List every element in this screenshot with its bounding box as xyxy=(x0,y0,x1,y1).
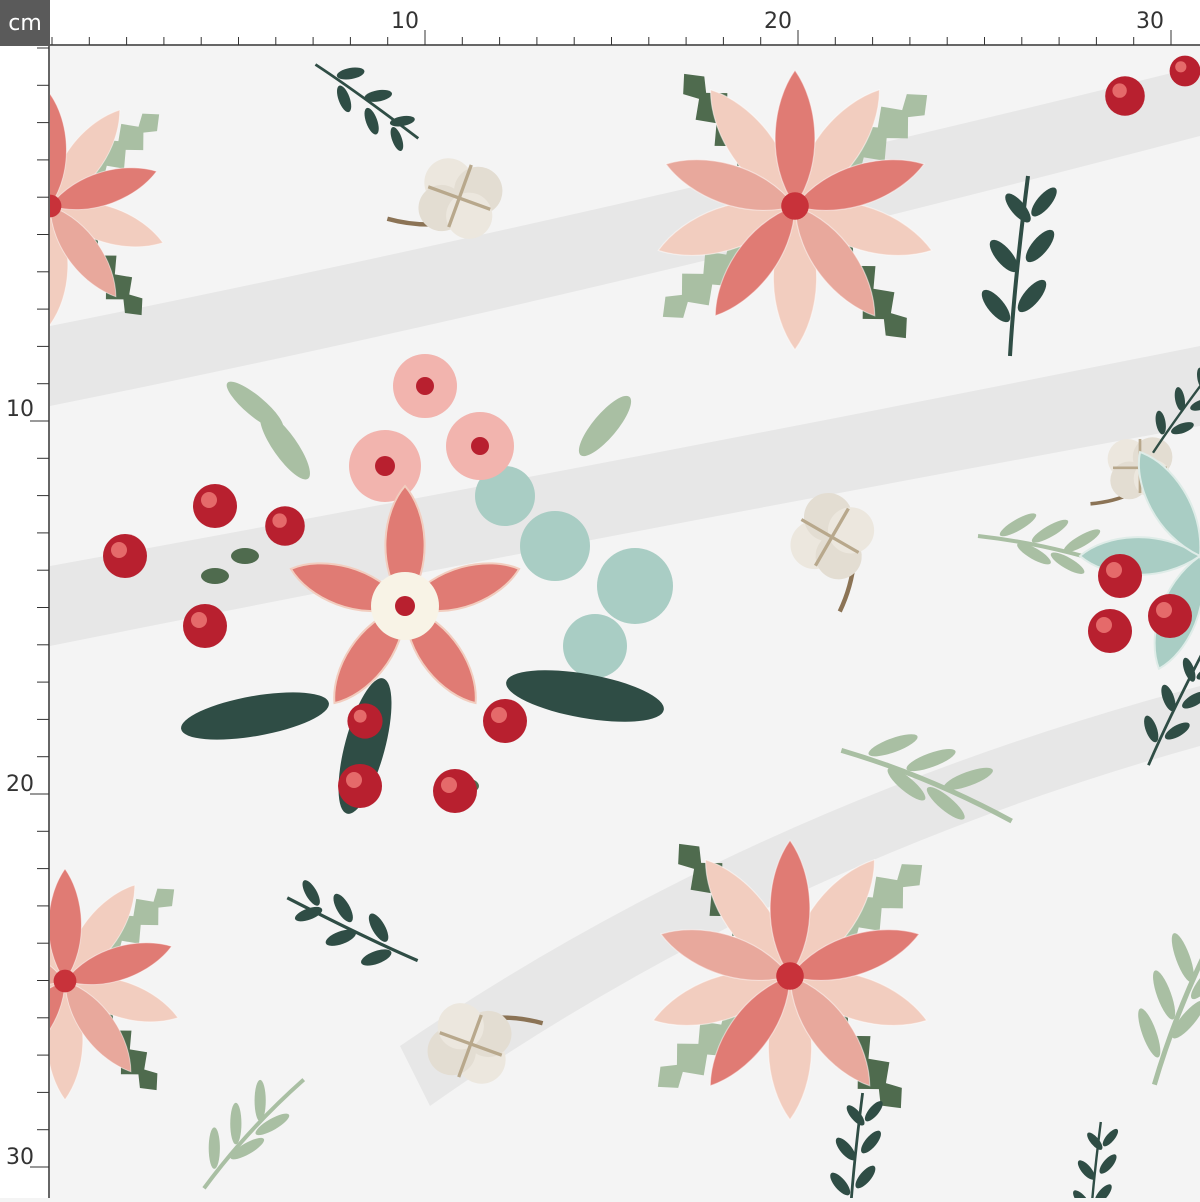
left-label-20: 20 xyxy=(6,772,34,797)
left-label-30: 30 xyxy=(6,1145,34,1170)
left-label-10: 10 xyxy=(6,397,34,422)
sprig-icon xyxy=(1069,1120,1122,1202)
left-ruler: 10 20 30 xyxy=(0,46,50,1198)
top-ruler-scale: 10 20 30 xyxy=(50,9,1200,46)
sprig-icon xyxy=(181,1050,312,1198)
floral-pattern xyxy=(50,43,1200,1202)
top-label-30: 30 xyxy=(1136,9,1164,34)
top-label-10: 10 xyxy=(391,9,419,34)
sprig-icon xyxy=(1122,902,1200,1094)
poinsettia-icon xyxy=(50,85,171,328)
cotton-boll-icon xyxy=(769,484,890,611)
sprig-icon xyxy=(975,174,1063,358)
sprig-icon xyxy=(271,871,434,988)
unit-label: cm xyxy=(0,0,50,46)
left-ruler-ticks xyxy=(30,47,49,1168)
poinsettia-icon xyxy=(643,829,937,1123)
top-ruler-ticks xyxy=(51,30,1172,45)
fabric-preview xyxy=(50,43,1200,1202)
top-label-20: 20 xyxy=(764,9,792,34)
sprig-icon xyxy=(825,1091,888,1202)
sprig-icon xyxy=(296,43,438,160)
left-ruler-scale: 10 20 30 xyxy=(6,46,50,1198)
poinsettia-icon xyxy=(50,860,186,1103)
top-ruler: 10 20 30 xyxy=(50,0,1200,46)
